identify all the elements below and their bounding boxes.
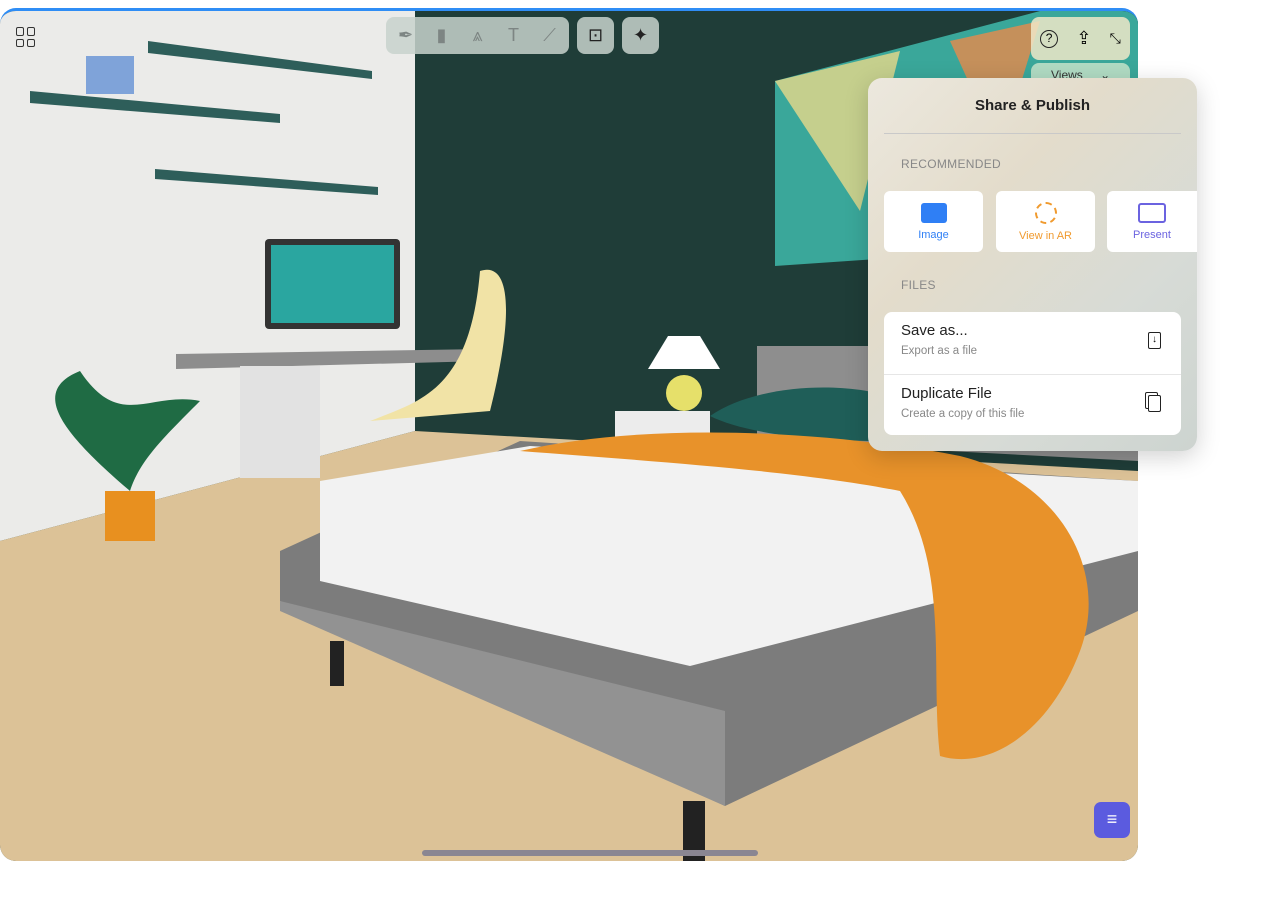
card-label: Image	[918, 228, 949, 241]
duplicate-file-item[interactable]: Duplicate File Create a copy of this fil…	[884, 373, 1181, 436]
item-subtitle: Create a copy of this file	[901, 407, 1025, 420]
files-label: FILES	[901, 278, 936, 292]
view-in-ar-button[interactable]: View in AR	[996, 191, 1095, 252]
share-icon[interactable]: ⇪	[1076, 28, 1091, 49]
text-icon[interactable]: T	[496, 19, 532, 53]
menu-lines-icon: ≡	[1106, 809, 1118, 829]
home-indicator[interactable]	[422, 850, 758, 856]
pencil-icon[interactable]: ⩓	[460, 19, 496, 53]
card-label: Present	[1133, 228, 1171, 241]
files-list: Save as... Export as a file ↓ Duplicate …	[884, 312, 1181, 435]
item-title: Duplicate File	[901, 384, 992, 402]
marker-icon[interactable]: ▮	[424, 19, 460, 53]
help-icon[interactable]: ?	[1040, 29, 1059, 48]
share-publish-popover: Share & Publish RECOMMENDED Image View i…	[868, 78, 1197, 451]
card-label: View in AR	[1019, 229, 1072, 242]
ar-cube-icon	[1034, 201, 1057, 224]
recommended-label: RECOMMENDED	[901, 157, 1001, 171]
export-image-button[interactable]: Image	[884, 191, 983, 252]
present-button[interactable]: ⊡	[577, 17, 614, 54]
item-title: Save as...	[901, 322, 968, 339]
file-download-icon: ↓	[1148, 332, 1161, 349]
ai-button[interactable]: ✦	[622, 17, 659, 54]
grid-menu-icon[interactable]	[16, 27, 36, 47]
presentation-icon: ⊡	[587, 25, 604, 45]
collapse-icon[interactable]: ⤡	[1110, 30, 1121, 47]
present-button[interactable]: Present	[1107, 191, 1197, 252]
sparkles-icon: ✦	[632, 25, 649, 45]
image-icon	[920, 202, 947, 223]
monitor-icon	[1138, 202, 1166, 223]
popover-title: Share & Publish	[884, 78, 1181, 134]
drawing-toolbar: ✒ ▮ ⩓ T ⟋	[386, 17, 569, 54]
item-subtitle: Export as a file	[901, 345, 978, 357]
top-right-toolbar: ? ⇪ ⤡	[1031, 17, 1130, 60]
menu-button[interactable]: ≡	[1094, 802, 1130, 838]
duplicate-icon	[1148, 394, 1161, 412]
save-as-item[interactable]: Save as... Export as a file ↓	[884, 312, 1181, 374]
pen-icon[interactable]: ✒	[388, 19, 424, 53]
ruler-icon[interactable]: ⟋	[532, 19, 568, 53]
